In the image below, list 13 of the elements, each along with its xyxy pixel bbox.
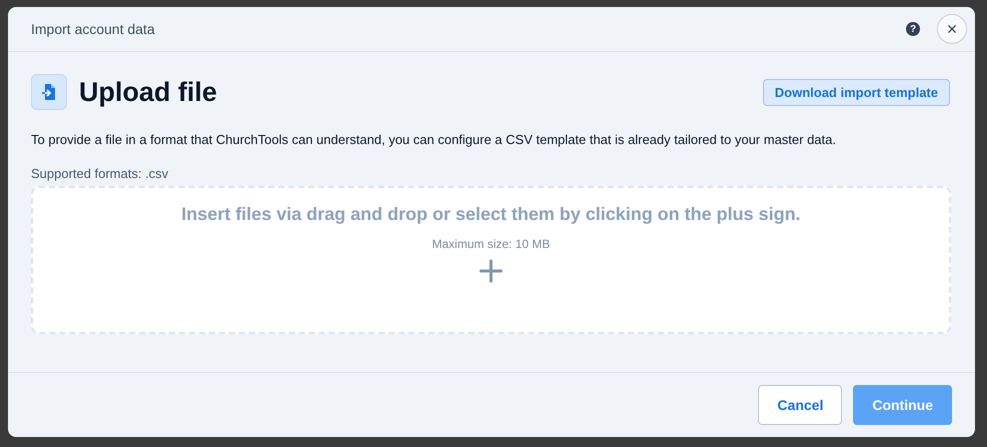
plus-icon[interactable]	[479, 259, 503, 283]
dialog-title: Import account data	[31, 21, 156, 37]
dropzone-instruction: Insert files via drag and drop or select them by clicking on the plus sign.	[181, 204, 801, 225]
supported-formats-label: Supported formats: .csv	[31, 166, 170, 181]
file-dropzone[interactable]: Insert files via drag and drop or select them by clicking on the plus sign. Maximum size: 10 MB	[31, 186, 951, 334]
close-button[interactable]: ×	[937, 14, 967, 44]
file-import-icon	[31, 74, 67, 110]
max-size-label: Maximum size: 10 MB	[432, 237, 550, 251]
download-template-button[interactable]: Download import template	[762, 78, 950, 106]
description-text: To provide a file in a format that ChurchTools can understand, you can configure a CSV template that is already tailored to your master data.	[31, 132, 837, 147]
help-icon[interactable]: ?	[906, 22, 920, 36]
step-title: Upload file	[79, 76, 218, 108]
cancel-button[interactable]: Cancel	[758, 385, 842, 425]
